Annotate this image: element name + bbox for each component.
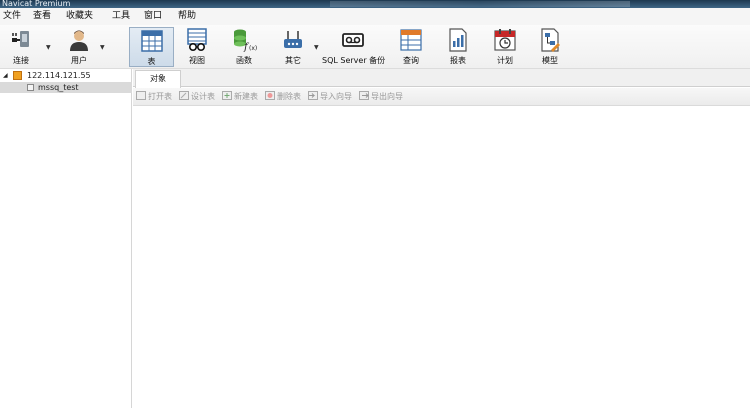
- database-icon: [27, 84, 34, 91]
- menu-help[interactable]: 帮助: [174, 8, 208, 25]
- window-title: Navicat Premium: [2, 0, 71, 8]
- tree-item-server[interactable]: ◢ 122.114.121.55: [0, 70, 132, 81]
- user-button[interactable]: 用户: [66, 27, 92, 67]
- main-toolbar: 连接 ▼ 用户 ▼ 表 视图 f (x) 函数 其它 ▼ SQL Server …: [0, 25, 750, 69]
- design-table-button[interactable]: 设计表: [179, 91, 215, 103]
- other-icon: [284, 31, 302, 48]
- menu-favorites[interactable]: 收藏夹: [64, 8, 106, 25]
- import-wizard-button[interactable]: 导入向导: [308, 91, 352, 103]
- query-button[interactable]: 查询: [398, 27, 424, 67]
- objects-content-area: [133, 106, 750, 408]
- function-icon: f (x): [234, 29, 257, 52]
- user-icon: [70, 30, 88, 51]
- view-icon: [187, 28, 207, 52]
- model-button[interactable]: 模型: [537, 27, 563, 67]
- server-name: 122.114.121.55: [27, 71, 91, 80]
- report-label: 报表: [450, 56, 466, 65]
- model-icon: [541, 28, 560, 52]
- open-table-label: 打开表: [148, 92, 172, 101]
- sqlserver-backup-button[interactable]: SQL Server 备份: [322, 27, 386, 67]
- connect-dropdown-icon[interactable]: ▼: [46, 44, 51, 51]
- new-table-icon: [222, 91, 232, 100]
- function-button[interactable]: f (x) 函数: [230, 27, 258, 67]
- open-table-icon: [136, 91, 146, 100]
- svg-text:(x): (x): [249, 45, 257, 52]
- new-table-button[interactable]: 新建表: [222, 91, 258, 103]
- query-icon: [400, 29, 422, 51]
- title-bar-overlay: [330, 1, 630, 7]
- object-toolbar: 打开表 设计表 新建表 删除表 导入向导 导出向导: [133, 88, 750, 106]
- design-table-label: 设计表: [191, 92, 215, 101]
- menu-window[interactable]: 窗口: [140, 8, 174, 25]
- sqlserver-backup-label: SQL Server 备份: [322, 56, 386, 65]
- server-icon: [13, 71, 22, 80]
- export-wizard-button[interactable]: 导出向导: [359, 91, 403, 103]
- schedule-label: 计划: [497, 56, 513, 65]
- report-icon: [449, 28, 467, 52]
- report-button[interactable]: 报表: [445, 27, 471, 67]
- delete-table-icon: [265, 91, 275, 100]
- import-wizard-label: 导入向导: [320, 92, 352, 101]
- export-wizard-label: 导出向导: [371, 92, 403, 101]
- function-label: 函数: [236, 56, 252, 65]
- other-button[interactable]: 其它: [280, 27, 306, 67]
- query-label: 查询: [403, 56, 419, 65]
- other-label: 其它: [285, 56, 301, 65]
- tree-item-database[interactable]: mssq_test: [0, 82, 132, 93]
- design-table-icon: [179, 91, 189, 100]
- import-icon: [308, 91, 318, 100]
- open-table-button[interactable]: 打开表: [136, 91, 172, 103]
- title-bar: Navicat Premium: [0, 0, 750, 8]
- schedule-button[interactable]: 计划: [492, 27, 518, 67]
- delete-table-button[interactable]: 删除表: [265, 91, 301, 103]
- plug-icon: [12, 31, 29, 47]
- view-label: 视图: [189, 56, 205, 65]
- menu-bar: 文件 查看 收藏夹 工具 窗口 帮助: [0, 8, 750, 25]
- connection-tree: ◢ 122.114.121.55 mssq_test: [0, 69, 132, 408]
- expand-triangle-icon[interactable]: ◢: [3, 70, 8, 81]
- table-icon: [140, 30, 163, 52]
- user-dropdown-icon[interactable]: ▼: [100, 44, 105, 51]
- calendar-clock-icon: [494, 29, 516, 51]
- connect-button[interactable]: 连接: [8, 27, 34, 67]
- table-label: 表: [147, 57, 156, 66]
- export-icon: [359, 91, 369, 100]
- menu-file[interactable]: 文件: [0, 8, 30, 25]
- table-button[interactable]: 表: [129, 27, 174, 67]
- view-button[interactable]: 视图: [184, 27, 210, 67]
- menu-view[interactable]: 查看: [30, 8, 64, 25]
- model-label: 模型: [542, 56, 558, 65]
- delete-table-label: 删除表: [277, 92, 301, 101]
- database-name: mssq_test: [38, 83, 79, 92]
- backup-tape-icon: [342, 33, 364, 47]
- user-label: 用户: [71, 56, 87, 65]
- new-table-label: 新建表: [234, 92, 258, 101]
- app-window: Navicat Premium 文件 查看 收藏夹 工具 窗口 帮助 连接 ▼: [0, 0, 750, 408]
- tab-bar: 对象: [133, 69, 750, 88]
- menu-tools[interactable]: 工具: [106, 8, 140, 25]
- connect-label: 连接: [13, 56, 29, 65]
- other-dropdown-icon[interactable]: ▼: [314, 44, 319, 51]
- tab-objects[interactable]: 对象: [135, 70, 181, 88]
